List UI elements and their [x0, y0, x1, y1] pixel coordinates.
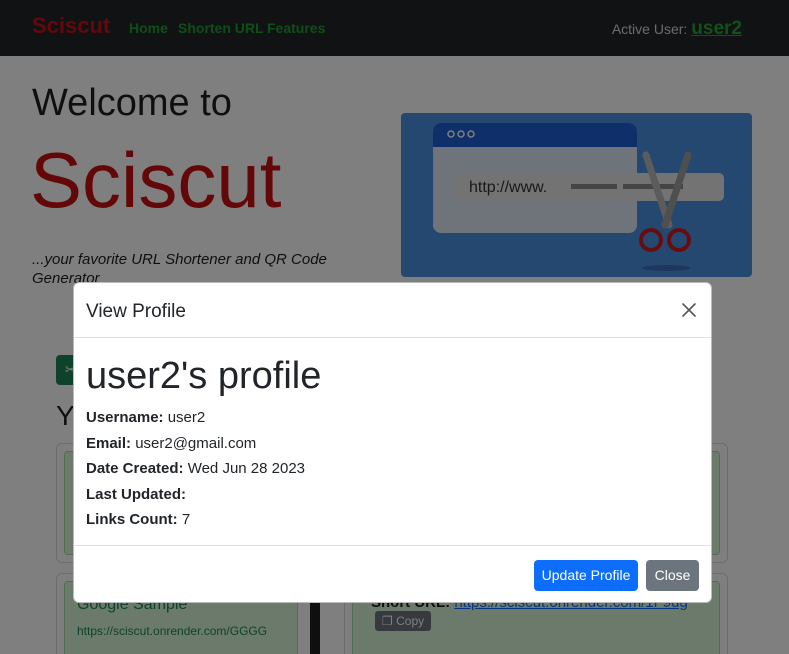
profile-links-count: Links Count: 7 — [86, 507, 321, 533]
field-label: Email: — [86, 434, 132, 452]
field-value: Wed Jun 28 2023 — [187, 460, 306, 477]
modal-header: View Profile — [74, 283, 711, 338]
profile-last-updated: Last Updated: — [86, 482, 321, 508]
field-value: user2 — [167, 409, 206, 426]
profile-date-created: Date Created: Wed Jun 28 2023 — [86, 456, 321, 482]
profile-username: Username: user2 — [86, 405, 321, 431]
profile-heading: user2's profile — [86, 355, 322, 397]
modal-footer: Update Profile Close — [74, 545, 711, 602]
field-label: Username: — [86, 409, 164, 426]
update-profile-button[interactable]: Update Profile — [534, 560, 638, 591]
close-button[interactable]: Close — [646, 560, 699, 591]
field-label: Date Created: — [86, 460, 184, 477]
modal-title: View Profile — [86, 301, 186, 322]
field-label: Links Count: — [86, 511, 178, 528]
close-icon[interactable] — [679, 300, 699, 320]
profile-email: Email: user2@gmail.com — [86, 431, 321, 457]
field-label: Last Updated: — [86, 485, 187, 503]
view-profile-modal: View Profile user2's profile Username: u… — [73, 282, 712, 603]
field-value: user2@gmail.com — [135, 434, 257, 452]
modal-body: user2's profile Username: user2 Email: u… — [86, 353, 321, 533]
field-value: 7 — [181, 511, 191, 528]
